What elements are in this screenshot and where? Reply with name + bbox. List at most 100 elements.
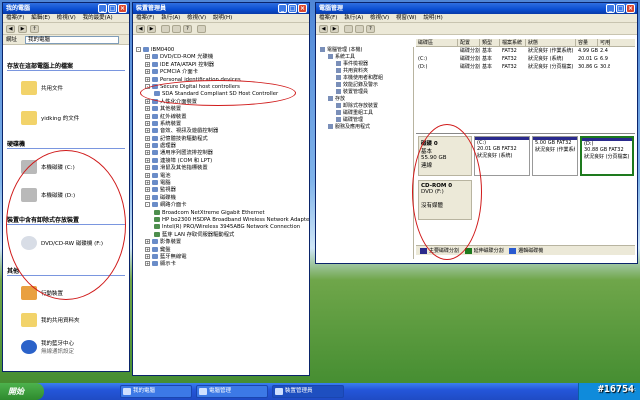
device-tree-node[interactable]: - Secure Digital host controllers (133, 83, 309, 91)
console-tree-node[interactable]: 磁碟管理 (318, 117, 413, 124)
collapse-icon[interactable]: - (136, 47, 141, 52)
expand-icon[interactable]: + (145, 76, 150, 82)
column-header[interactable]: 可用 (598, 39, 610, 46)
menu-file[interactable]: 檔案(F) (136, 15, 154, 21)
scan-hardware-icon[interactable] (197, 25, 206, 33)
device-tree-node[interactable]: + Personal identification devices (133, 76, 309, 84)
expand-icon[interactable]: + (145, 135, 150, 141)
maximize-button[interactable]: □ (616, 4, 625, 13)
console-tree-node[interactable]: 磁碟重組工具 (318, 110, 413, 117)
volume-row[interactable]: (C:) 磁碟分割基本 FAT32 狀況良好 (系統) 20.01 GB6.9 (416, 55, 635, 63)
expand-icon[interactable]: + (145, 150, 150, 156)
maximize-button[interactable]: □ (288, 4, 297, 13)
back-arrow-icon[interactable]: ◀ (136, 25, 145, 33)
menu-favorites[interactable]: 我的最愛(A) (83, 15, 113, 21)
expand-icon[interactable]: + (145, 239, 150, 245)
console-tree-node[interactable]: 本機使用者和群組 (318, 75, 413, 82)
expand-icon[interactable]: + (145, 157, 150, 163)
title-bar[interactable]: 我的電腦 _ □ × (3, 3, 129, 14)
device-tree-node[interactable]: + 音效、視訊及遊戲控制器 (133, 128, 309, 135)
collapse-icon[interactable]: - (145, 83, 150, 89)
close-button[interactable]: × (298, 4, 307, 13)
local-disk-d-item[interactable]: 本機磁碟 (D:) (21, 188, 75, 202)
mobile-device-item[interactable]: 行動裝置 (21, 286, 63, 300)
up-icon[interactable] (344, 25, 353, 33)
task-my-computer[interactable]: 我的電腦 (120, 385, 192, 398)
title-bar[interactable]: 裝置管理員 _ □ × (133, 3, 309, 14)
expand-icon[interactable]: + (145, 61, 150, 67)
expand-icon[interactable]: + (145, 165, 150, 171)
close-button[interactable]: × (626, 4, 635, 13)
console-tree-node[interactable]: 電腦管理 (本機) (318, 47, 413, 54)
device-tree-node[interactable]: - 網路介面卡 (133, 202, 309, 209)
shared-folder-item[interactable]: 我的共用資料夾 (21, 313, 80, 327)
expand-icon[interactable]: + (145, 128, 150, 134)
address-input[interactable]: 我的電腦 (25, 36, 119, 44)
menu-file[interactable]: 檔案(F) (319, 15, 337, 21)
menu-action[interactable]: 執行(A) (344, 15, 363, 21)
device-tree-node[interactable]: HP bo2300 HSDPA Broadband Wireless Netwo… (133, 216, 309, 224)
collapse-icon[interactable]: - (145, 202, 150, 208)
console-tree-node[interactable]: 效能記錄及警示 (318, 82, 413, 89)
column-header[interactable]: 狀態 (526, 39, 576, 46)
device-tree-node[interactable]: + 影像裝置 (133, 239, 309, 246)
expand-icon[interactable]: + (145, 54, 150, 60)
menu-view[interactable]: 檢視(V) (57, 15, 76, 21)
minimize-button[interactable]: _ (278, 4, 287, 13)
print-icon[interactable] (172, 25, 181, 33)
menu-help[interactable]: 說明(H) (423, 15, 442, 21)
menu-action[interactable]: 執行(A) (161, 15, 180, 21)
expand-icon[interactable]: + (145, 180, 150, 186)
forward-arrow-icon[interactable]: ▶ (330, 25, 339, 33)
partition-block[interactable]: (C:) 20.01 GB FAT32 狀況良好 (系統) (474, 136, 530, 176)
dvd-drive-item[interactable]: DVD/CD-RW 磁碟機 (F:) (21, 236, 103, 250)
console-tree-node[interactable]: 服務及應用程式 (318, 124, 413, 131)
partition-block[interactable]: 5.00 GB FAT32狀況良好 (作業系統) (532, 136, 578, 176)
forward-arrow-icon[interactable]: ▶ (18, 25, 27, 33)
task-computer-management[interactable]: 電腦管理 (196, 385, 268, 398)
device-tree-node[interactable]: + 其他裝置 (133, 106, 309, 113)
close-button[interactable]: × (118, 4, 127, 13)
expand-icon[interactable]: + (145, 143, 150, 149)
up-folder-icon[interactable]: ↑ (30, 25, 39, 33)
partition-block[interactable]: (D:) 30.88 GB FAT32 狀況良好 (分頁檔案) (580, 136, 634, 176)
console-tree[interactable]: 電腦管理 (本機) 系統工具 事件檢視器 共用資料夾 本機使用者和群組 效能記錄及警示 裝置… (318, 47, 414, 259)
back-arrow-icon[interactable]: ◀ (6, 25, 15, 33)
device-tree-node[interactable]: Intel(R) PRO/Wireless 3945ABG Network Co… (133, 224, 309, 231)
forward-arrow-icon[interactable]: ▶ (147, 25, 156, 33)
console-tree-node[interactable]: 事件檢視器 (318, 61, 413, 68)
properties-icon[interactable] (161, 25, 170, 33)
console-tree-node[interactable]: 裝置管理員 (318, 89, 413, 96)
device-tree-node[interactable]: SDA Standard Compliant SD Host Controlle… (133, 91, 309, 98)
expand-icon[interactable]: + (145, 69, 150, 75)
column-header[interactable]: 磁碟區 (416, 39, 458, 46)
menu-file[interactable]: 檔案(F) (6, 15, 24, 21)
device-tree-node[interactable]: + PCMCIA 介面卡 (133, 69, 309, 76)
help-icon[interactable]: ? (366, 25, 375, 33)
device-tree-node[interactable]: + 紅外線裝置 (133, 113, 309, 121)
start-button[interactable]: 開始 (0, 383, 44, 400)
menu-view[interactable]: 檢視(V) (187, 15, 206, 21)
column-header[interactable]: 類型 (480, 39, 500, 46)
console-tree-node[interactable]: 共用資料夾 (318, 68, 413, 75)
bluetooth-item[interactable]: 我的藍牙中心 無線通訊設定 (21, 339, 74, 355)
expand-icon[interactable]: + (145, 261, 150, 267)
volume-row[interactable]: 磁碟分割 基本 FAT32 狀況良好 (作業系統) 4.99 GB 2.4 (416, 47, 635, 55)
task-device-manager[interactable]: 裝置管理員 (272, 385, 344, 398)
console-tree-node[interactable]: 卸除式存放裝置 (318, 103, 413, 110)
cdrom-label[interactable]: CD-ROM 0 DVD (F:) 沒有媒體 (418, 180, 472, 220)
local-disk-c-item[interactable]: 本機磁碟 (C:) (21, 160, 75, 174)
device-tree-node[interactable]: + 記憶體技術驅動程式 (133, 135, 309, 143)
column-header[interactable]: 配置 (458, 39, 480, 46)
expand-icon[interactable]: + (145, 194, 150, 200)
device-tree[interactable]: - IBM0400 + DVD/CD-ROM 光碟機 + IDE ATA/ATAPI 控制… (133, 47, 309, 375)
minimize-button[interactable]: _ (606, 4, 615, 13)
device-tree-node[interactable]: + 電池 (133, 172, 309, 180)
device-tree-node[interactable]: + 顯示卡 (133, 261, 309, 268)
menu-edit[interactable]: 編輯(E) (31, 15, 50, 21)
column-header[interactable]: 檔案系統 (500, 39, 526, 46)
title-bar[interactable]: 電腦管理 _ □ × (316, 3, 637, 14)
back-arrow-icon[interactable]: ◀ (319, 25, 328, 33)
device-tree-node[interactable]: + 監視器 (133, 187, 309, 194)
expand-icon[interactable]: + (145, 172, 150, 178)
